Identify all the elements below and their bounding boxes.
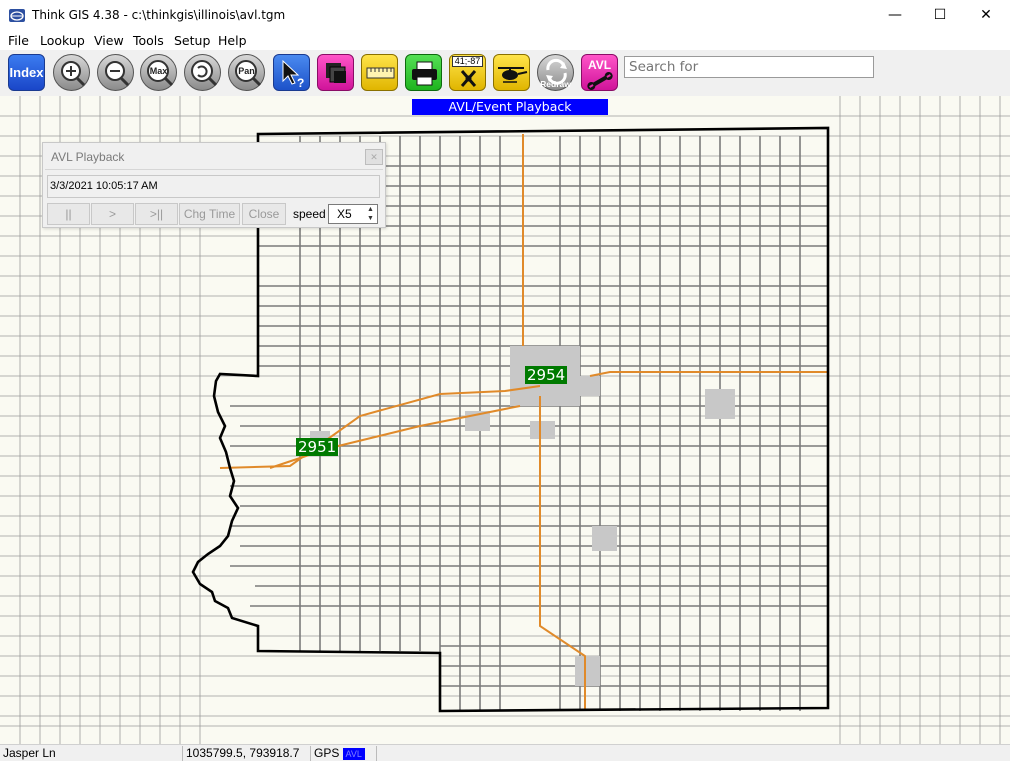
playback-timestamp: 3/3/2021 10:05:17 AM (47, 175, 380, 198)
identify-button[interactable]: ? (273, 54, 310, 91)
avl-button[interactable]: AVL (581, 54, 618, 91)
dialog-close-icon[interactable]: ✕ (365, 149, 383, 165)
map-coordinates: 1035799.5, 793918.7 (183, 746, 311, 761)
helicopter-icon (498, 67, 528, 83)
layers-icon (326, 63, 346, 83)
menu-lookup[interactable]: Lookup (40, 33, 85, 48)
ruler-icon (366, 67, 395, 79)
playback-banner: AVL/Event Playback (412, 99, 608, 115)
street-name: Jasper Ln (0, 746, 183, 761)
unit-label[interactable]: 2951 (296, 438, 339, 456)
zoom-in-icon (61, 61, 86, 87)
unit-label[interactable]: 2954 (525, 366, 568, 384)
speed-stepper[interactable]: X5 ▲ ▼ (328, 204, 378, 224)
status-spacer (377, 746, 1010, 761)
undo-zoom-icon (191, 60, 218, 87)
svg-text:?: ? (297, 76, 304, 90)
max-label: Max (149, 66, 168, 76)
dialog-title: AVL Playback (51, 150, 125, 164)
zoom-in-button[interactable] (53, 54, 90, 91)
close-window-button[interactable]: ✕ (963, 0, 1009, 31)
menu-setup[interactable]: Setup (174, 33, 210, 48)
pointer-question-icon: ? (282, 59, 304, 90)
search-input[interactable] (624, 56, 874, 78)
zoom-max-button[interactable]: Max (140, 54, 177, 91)
menu-tools[interactable]: Tools (133, 33, 164, 48)
menu-file[interactable]: File (8, 33, 29, 48)
index-button[interactable]: Index (8, 54, 45, 91)
status-bar: Jasper Ln 1035799.5, 793918.7 GPS AVL (0, 744, 1010, 761)
measure-button[interactable] (361, 54, 398, 91)
menu-bar: File Lookup View Tools Setup Help (0, 31, 1010, 50)
skip-end-button[interactable]: >|| (135, 203, 178, 225)
gps-status: GPS AVL (311, 746, 377, 761)
gps-label: GPS (314, 746, 340, 760)
title-bar: Think GIS 4.38 - c:\thinkgis\illinois\av… (0, 0, 1010, 31)
redraw-label: Redraw (540, 79, 571, 89)
speed-value: X5 (337, 207, 352, 221)
zoom-out-button[interactable] (97, 54, 134, 91)
pause-button[interactable]: || (47, 203, 90, 225)
minimize-button[interactable]: — (872, 0, 918, 31)
avl-playback-dialog: AVL Playback ✕ 3/3/2021 10:05:17 AM || >… (42, 142, 386, 228)
divider (45, 169, 383, 170)
menu-help[interactable]: Help (218, 33, 247, 48)
zoom-previous-button[interactable] (184, 54, 221, 91)
zoom-out-icon (105, 61, 130, 87)
goto-coords-button[interactable]: 41;-87 (449, 54, 486, 91)
index-label: Index (9, 65, 44, 80)
pan-label: Pan (238, 66, 255, 76)
menu-view[interactable]: View (94, 33, 124, 48)
thinkgis-app-icon (9, 9, 25, 22)
layers-button[interactable] (317, 54, 354, 91)
toolbar: Index Max Pan ? 41;-87 Redraw AVL (0, 50, 1010, 96)
helicopter-button[interactable] (493, 54, 530, 91)
maximize-button[interactable]: ☐ (917, 0, 963, 31)
close-button[interactable]: Close (242, 203, 286, 225)
spin-up-icon[interactable]: ▲ (364, 205, 377, 214)
avl-label: AVL (587, 58, 612, 72)
pan-button[interactable]: Pan (228, 54, 265, 91)
window-title: Think GIS 4.38 - c:\thinkgis\illinois\av… (32, 8, 286, 22)
spin-down-icon[interactable]: ▼ (364, 214, 377, 223)
redraw-button[interactable]: Redraw (537, 54, 574, 91)
play-button[interactable]: > (91, 203, 134, 225)
speed-label: speed (293, 207, 326, 221)
gps-indicator: AVL (342, 747, 365, 760)
print-button[interactable] (405, 54, 442, 91)
coords-label: 41;-87 (452, 56, 483, 67)
printer-icon (412, 61, 437, 86)
change-time-button[interactable]: Chg Time (179, 203, 240, 225)
